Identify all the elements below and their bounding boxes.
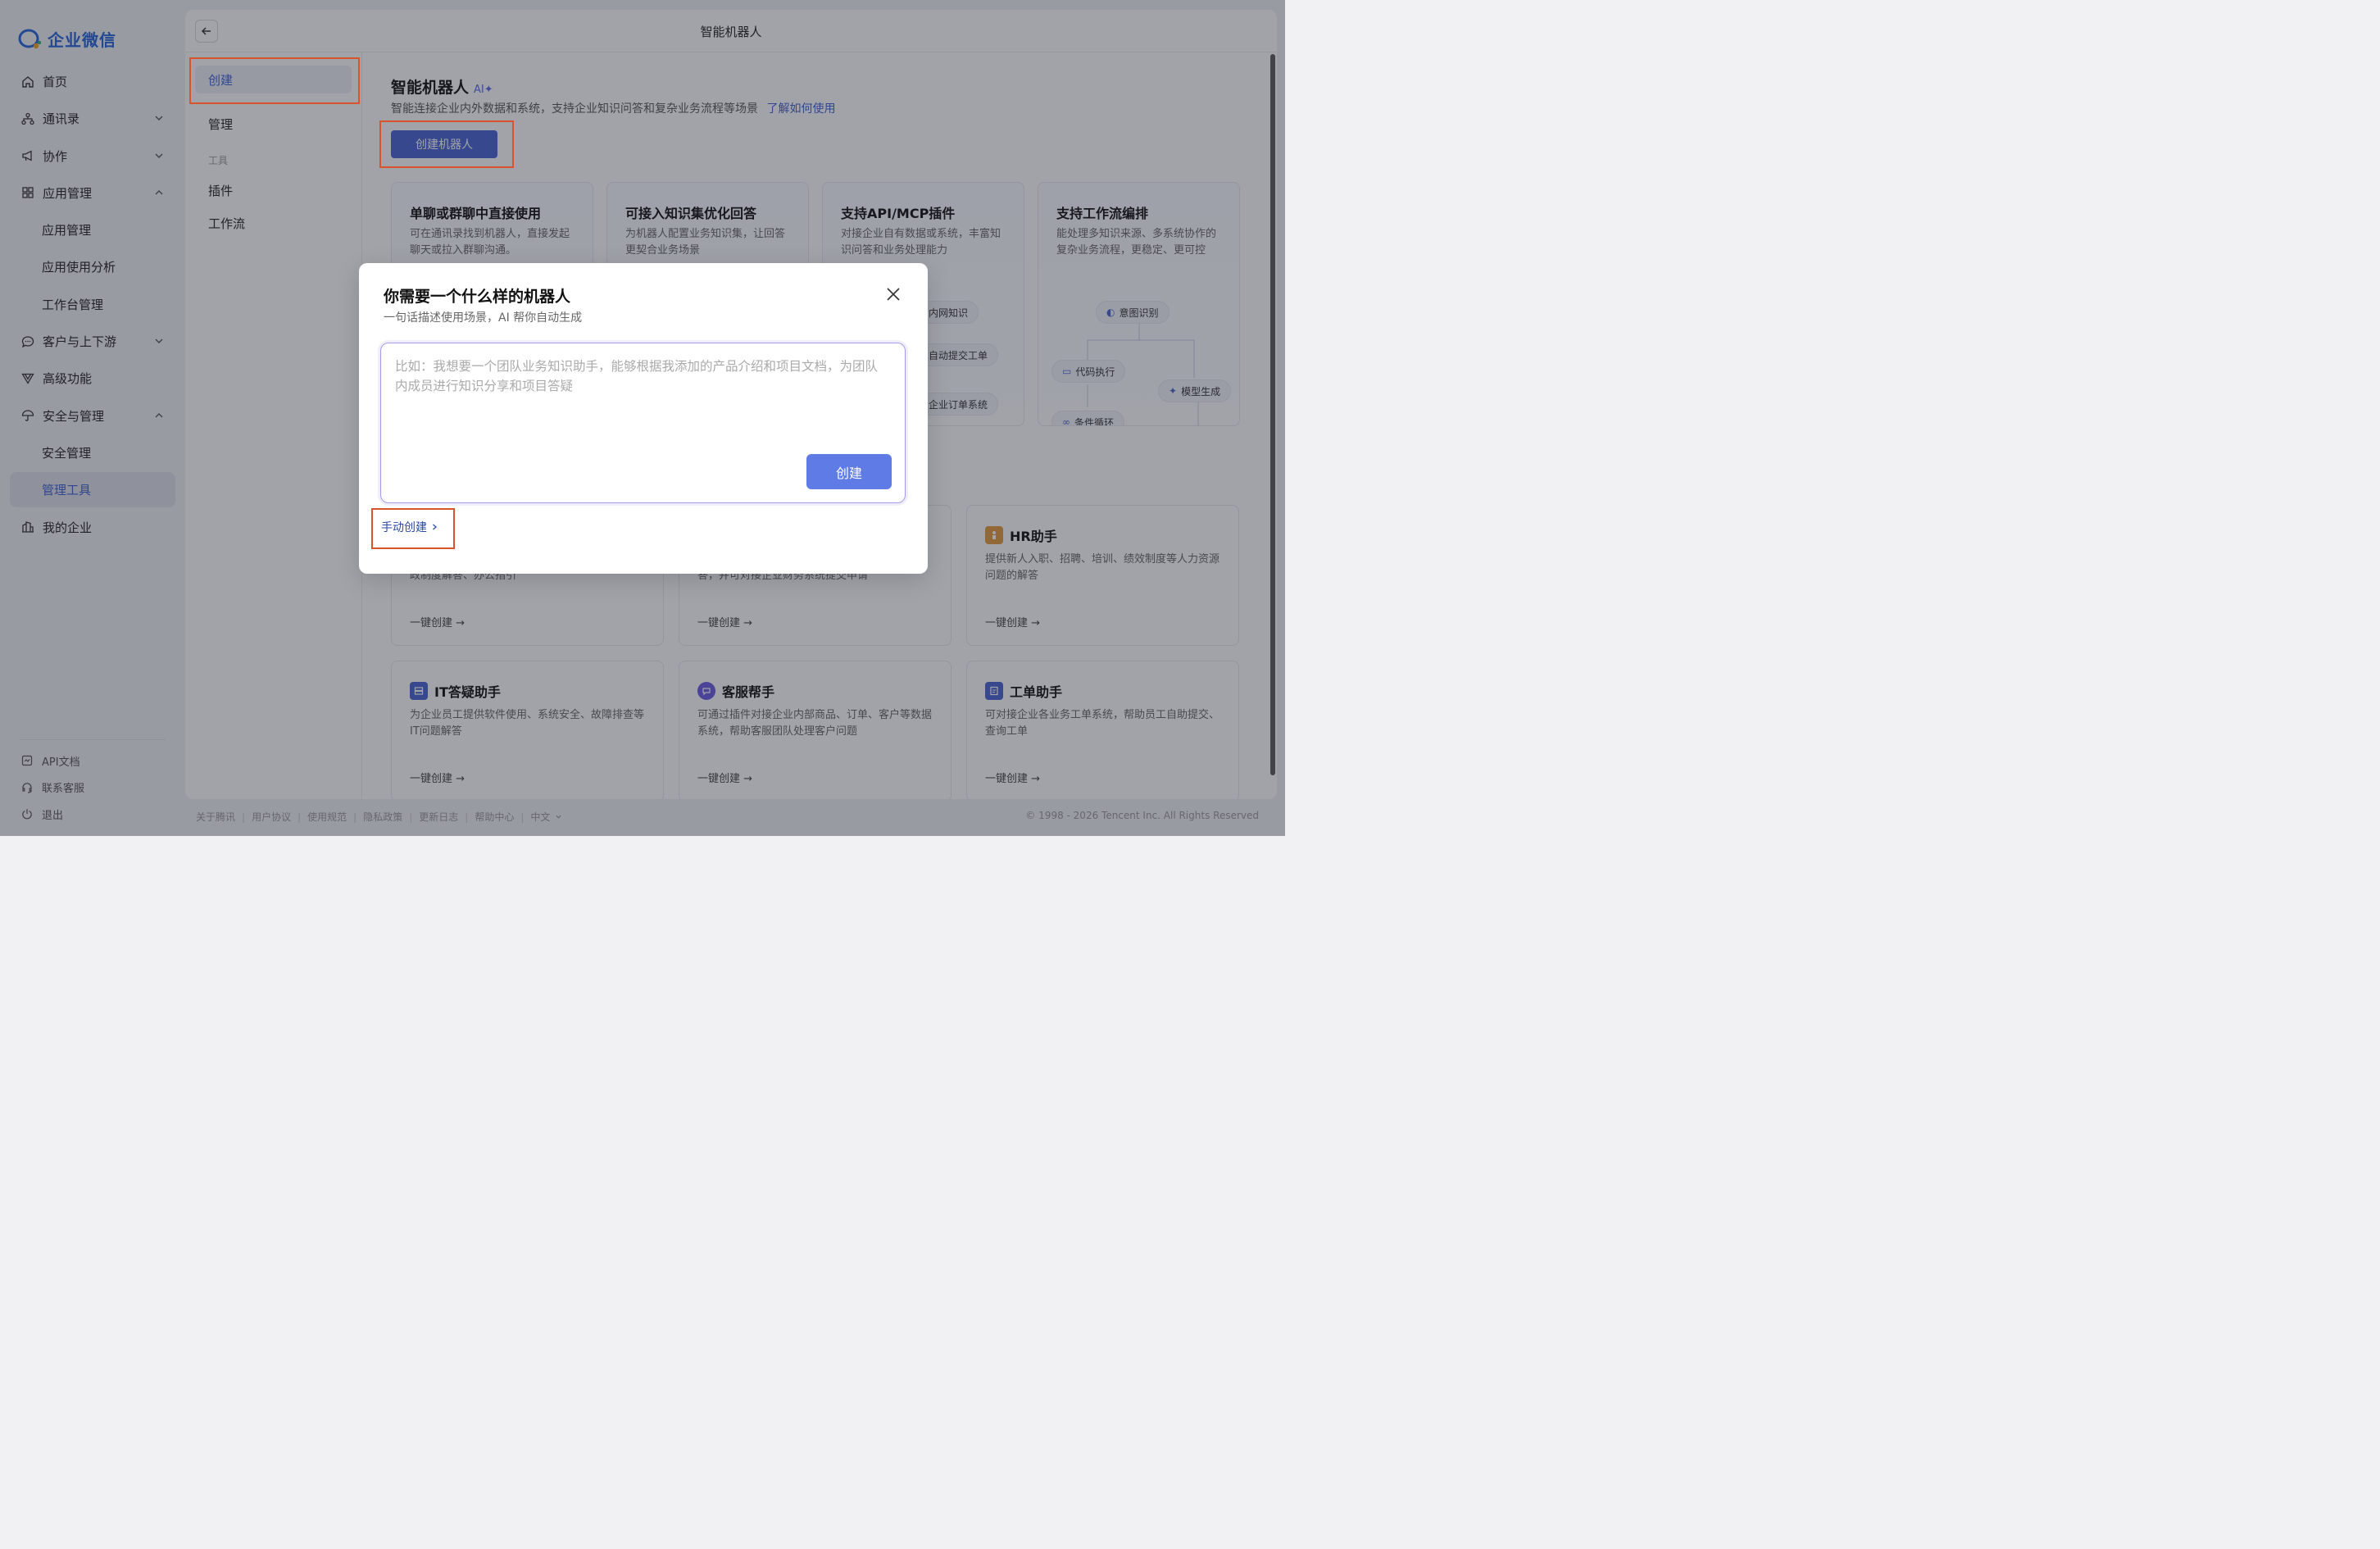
create-robot-dialog: 你需要一个什么样的机器人 一句话描述使用场景，AI 帮你自动生成 创建 手动创建: [359, 263, 928, 574]
prompt-box: 创建: [380, 343, 906, 503]
dialog-title: 你需要一个什么样的机器人: [384, 288, 571, 306]
close-icon[interactable]: [885, 286, 902, 302]
manual-create-label: 手动创建: [381, 521, 427, 534]
dialog-create-button[interactable]: 创建: [806, 454, 892, 489]
manual-create-link[interactable]: 手动创建: [381, 519, 438, 535]
dialog-subtitle: 一句话描述使用场景，AI 帮你自动生成: [384, 311, 583, 325]
scenario-description-input[interactable]: [395, 357, 890, 447]
chevron-right-icon: [433, 524, 437, 530]
